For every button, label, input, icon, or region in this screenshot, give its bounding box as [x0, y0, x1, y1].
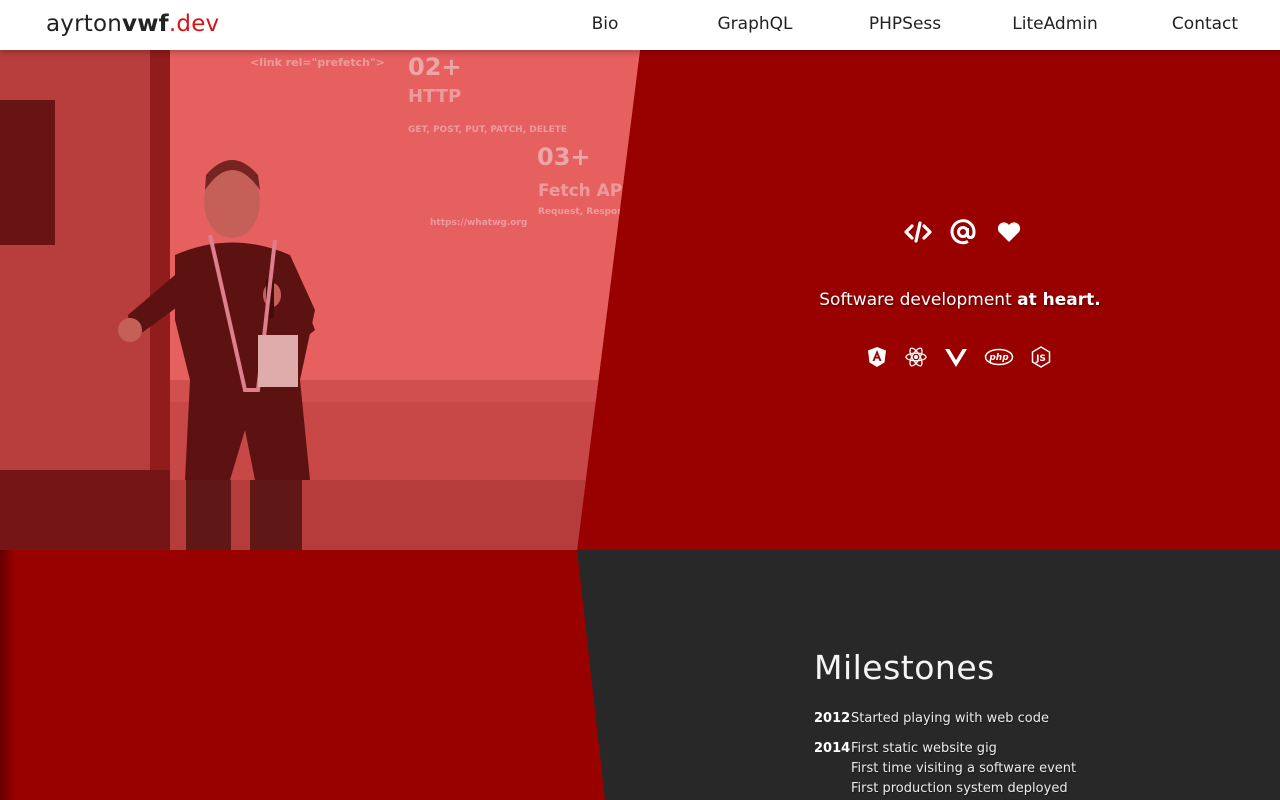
- milestone-item: First time visiting a software event: [851, 761, 1077, 776]
- at-icon: [950, 218, 978, 246]
- milestone-year: 2014: [814, 741, 851, 756]
- nav-contact[interactable]: Contact: [1172, 14, 1238, 34]
- heart-icon: [996, 218, 1024, 246]
- code-icon: [904, 218, 932, 246]
- svg-text:php: php: [988, 353, 1009, 363]
- hero-icon-row: [904, 218, 1024, 246]
- logo-part-2: vwf: [122, 11, 169, 37]
- milestones-title: Milestones: [814, 648, 995, 687]
- site-header: ayrtonvwf.dev Bio GraphQL PHPSess LiteAd…: [0, 0, 1280, 50]
- nav-phpsess[interactable]: PHPSess: [869, 14, 941, 34]
- site-logo[interactable]: ayrtonvwf.dev: [46, 11, 219, 37]
- milestone-year: 2012: [814, 711, 851, 726]
- nav-graphql[interactable]: GraphQL: [718, 14, 793, 34]
- milestone-row: 2014 First static website gig First time…: [814, 739, 1076, 799]
- svg-text:JS: JS: [1035, 354, 1046, 364]
- milestones: Milestones 2012 Started playing with web…: [814, 648, 1076, 800]
- milestone-item: Started playing with web code: [851, 711, 1049, 726]
- logo-part-3: .dev: [168, 11, 220, 37]
- vue-icon: [944, 346, 968, 368]
- tech-icon-row: php JS: [866, 346, 1052, 368]
- tagline-bold: at heart.: [1017, 290, 1101, 310]
- milestone-item: First production system deployed: [851, 781, 1068, 796]
- nav-liteadmin[interactable]: LiteAdmin: [1012, 14, 1098, 34]
- nodejs-icon: JS: [1030, 346, 1052, 368]
- nav-bio[interactable]: Bio: [592, 14, 619, 34]
- red-accent-panel: [0, 550, 605, 800]
- hero-tagline: Software development at heart.: [760, 290, 1160, 310]
- milestone-item: First static website gig: [851, 741, 997, 756]
- react-icon: [904, 346, 928, 368]
- speaker-photo: <link rel="prefetch"> 02+ HTTP GET, POST…: [0, 50, 640, 550]
- panel-shadow: [0, 550, 14, 800]
- tagline-normal: Software development: [819, 290, 1012, 310]
- milestone-row: 2012 Started playing with web code: [814, 709, 1076, 729]
- logo-part-1: ayrton: [46, 11, 123, 37]
- milestones-section: Milestones 2012 Started playing with web…: [0, 550, 1280, 800]
- hero-section: <link rel="prefetch"> 02+ HTTP GET, POST…: [0, 50, 1280, 550]
- php-icon: php: [984, 346, 1014, 368]
- angular-icon: [866, 346, 888, 368]
